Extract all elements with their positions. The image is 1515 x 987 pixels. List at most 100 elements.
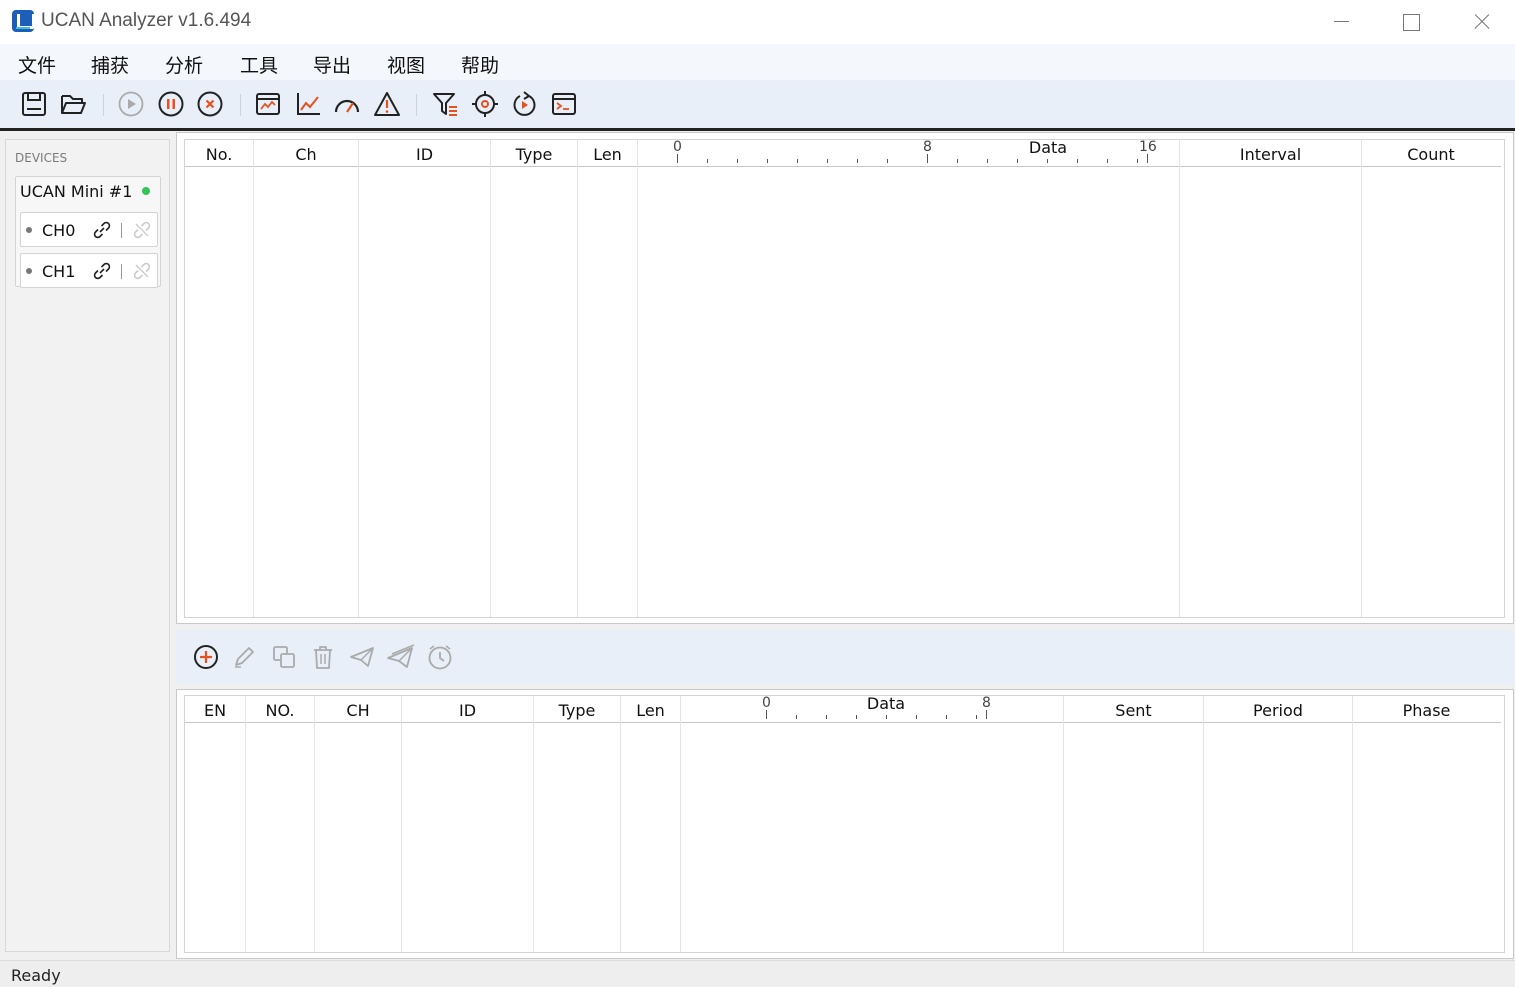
device-card[interactable]: UCAN Mini #1 CH0 CH1 [15, 176, 161, 288]
rx-header-len[interactable]: Len [578, 145, 637, 164]
menu-analyze[interactable]: 分析 [165, 51, 203, 78]
disconnect-unlink-icon[interactable] [131, 260, 153, 282]
tx-header-sent[interactable]: Sent [1064, 701, 1203, 720]
ruler-tick [1047, 159, 1048, 163]
channel-divider [121, 264, 122, 279]
menu-tools[interactable]: 工具 [240, 51, 278, 78]
title-bar: UCAN Analyzer v1.6.494 [0, 0, 1515, 44]
rx-header-count[interactable]: Count [1362, 145, 1500, 164]
line-chart-icon[interactable] [292, 88, 324, 120]
rx-header-id[interactable]: ID [359, 145, 490, 164]
send-all-icon[interactable] [385, 641, 417, 673]
console-icon[interactable] [548, 88, 580, 120]
warning-icon[interactable] [371, 88, 403, 120]
disconnect-unlink-icon[interactable] [131, 219, 153, 241]
ruler-tick [767, 159, 768, 163]
column-divider [1361, 140, 1362, 617]
connect-link-icon[interactable] [91, 260, 113, 282]
ruler-tick [916, 715, 917, 719]
gauge-icon[interactable] [331, 88, 363, 120]
close-button[interactable] [1446, 0, 1515, 44]
rx-header-data[interactable]: Data [1008, 138, 1088, 157]
trace-window-icon[interactable] [252, 88, 284, 120]
maximize-button[interactable] [1376, 0, 1446, 44]
ruler-tick [797, 159, 798, 163]
ruler-tick [946, 715, 947, 719]
ruler-tick [1137, 159, 1138, 163]
connect-link-icon[interactable] [91, 219, 113, 241]
tx-header-phase[interactable]: Phase [1353, 701, 1500, 720]
tx-header-en[interactable]: EN [185, 701, 245, 720]
save-icon[interactable] [18, 88, 50, 120]
target-icon[interactable] [469, 88, 501, 120]
ruler-tick [827, 159, 828, 163]
copy-icon[interactable] [268, 641, 300, 673]
column-divider [680, 696, 681, 952]
stop-icon[interactable] [194, 88, 226, 120]
transmit-table[interactable] [184, 695, 1505, 953]
menu-view[interactable]: 视图 [387, 51, 425, 78]
ruler-tick [826, 715, 827, 719]
column-divider [358, 140, 359, 617]
app-logo-icon [12, 10, 35, 32]
tx-header-no[interactable]: NO. [246, 701, 314, 720]
column-divider [490, 140, 491, 617]
rx-header-type[interactable]: Type [491, 145, 577, 164]
transmit-toolbar [176, 630, 1514, 684]
receive-header-divider [185, 166, 1501, 167]
column-divider [533, 696, 534, 952]
menu-capture[interactable]: 捕获 [91, 51, 129, 78]
column-divider [253, 140, 254, 617]
channel-status-dot [26, 227, 32, 233]
delete-icon[interactable] [307, 641, 339, 673]
rx-header-ch[interactable]: Ch [254, 145, 358, 164]
device-panel: DEVICES UCAN Mini #1 CH0 CH1 [5, 139, 170, 952]
toolbar-separator [240, 94, 241, 116]
tx-header-data[interactable]: Data [846, 694, 926, 713]
channel-status-dot [26, 268, 32, 274]
ucan-analyzer-window: UCAN Analyzer v1.6.494 文件 捕获 分析 工具 导出 视图… [0, 0, 1515, 987]
ruler-major-tick [986, 710, 987, 719]
timer-icon[interactable] [424, 641, 456, 673]
tx-header-ch[interactable]: CH [315, 701, 401, 720]
main-toolbar [0, 80, 1515, 128]
menu-export[interactable]: 导出 [313, 51, 351, 78]
status-text: Ready [11, 966, 61, 985]
edit-icon[interactable] [228, 641, 260, 673]
channel-label: CH0 [42, 221, 76, 240]
tx-data-tick-0: 0 [762, 695, 771, 711]
rx-header-no[interactable]: No. [185, 145, 253, 164]
send-icon[interactable] [346, 641, 378, 673]
column-divider [1179, 140, 1180, 617]
column-divider [620, 696, 621, 952]
ruler-tick [976, 715, 977, 719]
toolbar-separator [416, 94, 417, 116]
ruler-tick [737, 159, 738, 163]
open-folder-icon[interactable] [57, 88, 89, 120]
devices-heading: DEVICES [15, 151, 68, 165]
pause-icon[interactable] [155, 88, 187, 120]
refresh-icon[interactable] [508, 88, 540, 120]
tx-header-len[interactable]: Len [621, 701, 680, 720]
filter-icon[interactable] [429, 88, 461, 120]
tx-header-type[interactable]: Type [534, 701, 620, 720]
start-icon[interactable] [115, 88, 147, 120]
tx-header-id[interactable]: ID [402, 701, 533, 720]
receive-table[interactable] [184, 139, 1505, 618]
ruler-tick [886, 715, 887, 719]
column-divider [245, 696, 246, 952]
rx-header-interval[interactable]: Interval [1180, 145, 1361, 164]
minimize-button[interactable] [1306, 0, 1376, 44]
menu-bar: 文件 捕获 分析 工具 导出 视图 帮助 [0, 44, 1515, 80]
ruler-tick [1077, 159, 1078, 163]
menu-help[interactable]: 帮助 [461, 51, 499, 78]
add-icon[interactable] [190, 641, 222, 673]
menu-file[interactable]: 文件 [18, 51, 56, 78]
device-status-indicator [142, 187, 150, 195]
channel-ch1[interactable]: CH1 [20, 253, 158, 288]
ruler-tick [856, 715, 857, 719]
ruler-tick [707, 159, 708, 163]
tx-header-period[interactable]: Period [1204, 701, 1352, 720]
channel-ch0[interactable]: CH0 [20, 212, 158, 247]
status-bar: Ready [0, 960, 1515, 987]
